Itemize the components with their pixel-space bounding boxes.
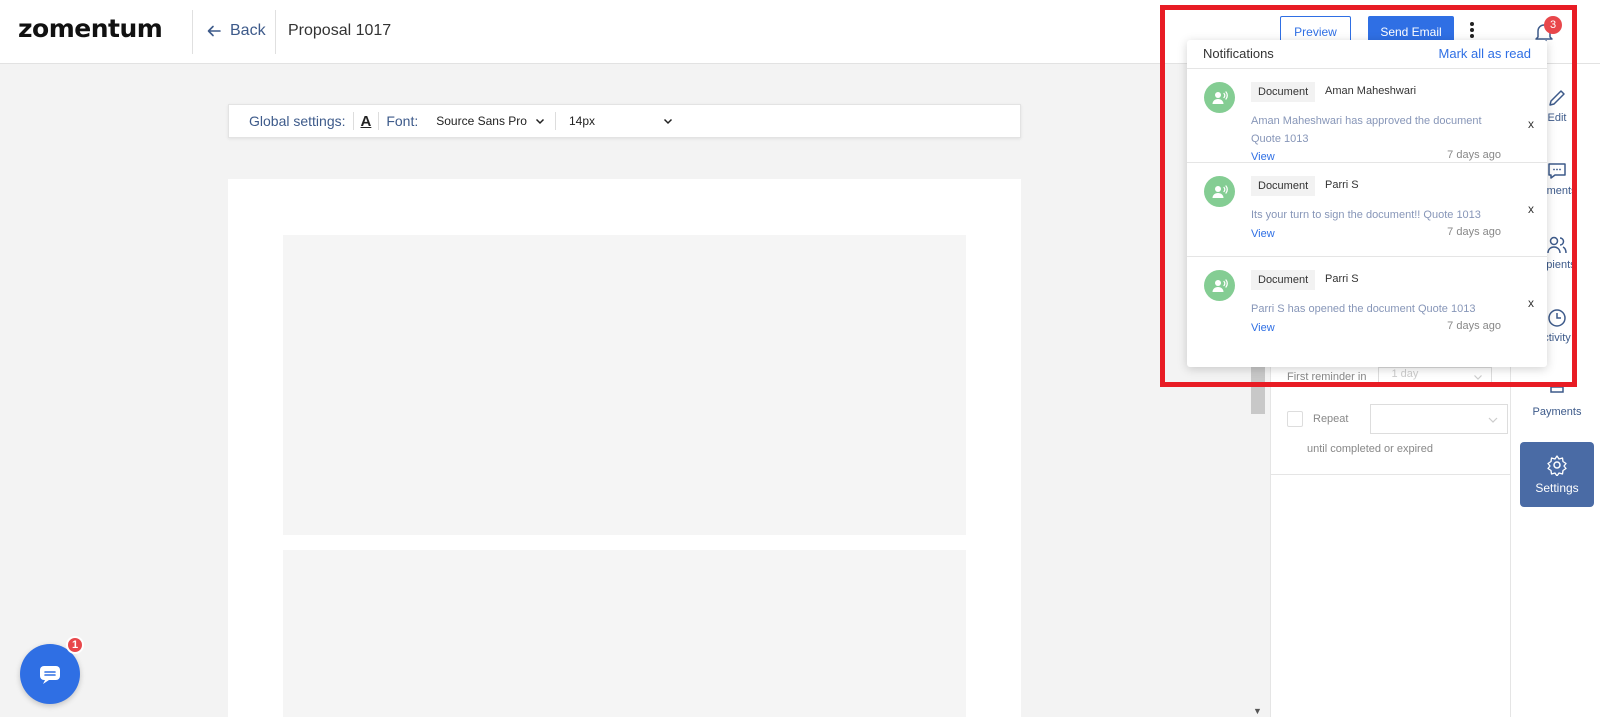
user-voice-icon bbox=[1212, 184, 1228, 198]
notification-count-badge: 3 bbox=[1544, 16, 1562, 34]
rail-item-settings[interactable]: Settings bbox=[1520, 442, 1594, 507]
notifications-header: Notifications Mark all as read bbox=[1187, 40, 1547, 69]
back-label: Back bbox=[230, 22, 266, 39]
first-reminder-row: First reminder in 1 day bbox=[1287, 367, 1493, 387]
font-label: Font: bbox=[386, 113, 419, 129]
card-icon bbox=[1550, 382, 1564, 393]
notifications-title: Notifications bbox=[1203, 46, 1274, 61]
rail-item-payments[interactable]: Payments bbox=[1520, 381, 1594, 418]
view-link[interactable]: View bbox=[1251, 228, 1275, 240]
notification-type-chip: Document bbox=[1251, 82, 1316, 102]
notification-time: 7 days ago bbox=[1447, 226, 1501, 238]
font-color-icon[interactable]: A bbox=[361, 113, 372, 130]
pencil-icon bbox=[1549, 90, 1565, 106]
notification-item[interactable]: Document Parri S Its your turn to sign t… bbox=[1187, 163, 1547, 257]
chevron-down-icon bbox=[1489, 417, 1498, 423]
avatar bbox=[1204, 82, 1235, 113]
chat-unread-badge: 1 bbox=[66, 636, 84, 654]
notification-message: Its your turn to sign the document!! Quo… bbox=[1251, 209, 1481, 221]
notifications-dropdown: Notifications Mark all as read Document … bbox=[1187, 40, 1547, 367]
chat-icon bbox=[40, 666, 60, 684]
back-button[interactable]: Back bbox=[206, 22, 266, 40]
first-reminder-label: First reminder in bbox=[1287, 371, 1367, 383]
notification-time: 7 days ago bbox=[1447, 320, 1501, 332]
notification-message: Parri S has opened the document Quote 10… bbox=[1251, 303, 1476, 315]
rail-label-payments: Payments bbox=[1532, 406, 1582, 418]
notification-type-chip: Document bbox=[1251, 176, 1316, 196]
toolbar-divider bbox=[554, 112, 556, 130]
content-block-placeholder[interactable] bbox=[283, 550, 966, 717]
notification-type-chip: Document bbox=[1251, 270, 1316, 290]
first-reminder-select[interactable]: 1 day bbox=[1378, 367, 1493, 387]
view-link[interactable]: View bbox=[1251, 322, 1275, 334]
users-icon bbox=[1547, 236, 1567, 254]
until-completed-text: until completed or expired bbox=[1307, 443, 1433, 455]
avatar bbox=[1204, 270, 1235, 301]
clock-icon bbox=[1548, 309, 1566, 327]
notification-sender: Aman Maheshwari bbox=[1325, 85, 1417, 97]
chevron-down-icon bbox=[1474, 375, 1483, 380]
header-divider bbox=[192, 10, 193, 54]
more-options-icon[interactable] bbox=[1466, 22, 1478, 42]
user-voice-icon bbox=[1212, 90, 1228, 104]
toolbar-divider bbox=[352, 112, 354, 130]
dismiss-notification-button[interactable]: x bbox=[1528, 296, 1534, 310]
font-family-select[interactable]: Source Sans Pro bbox=[436, 114, 545, 128]
notification-time: 7 days ago bbox=[1447, 149, 1501, 161]
repeat-checkbox[interactable] bbox=[1287, 411, 1303, 427]
mark-all-read-link[interactable]: Mark all as read bbox=[1439, 46, 1531, 61]
zomentum-logo[interactable]: zomentum bbox=[18, 14, 163, 43]
font-family-value: Source Sans Pro bbox=[436, 114, 527, 128]
notification-sender: Parri S bbox=[1325, 179, 1359, 191]
first-reminder-value: 1 day bbox=[1391, 368, 1419, 380]
header-divider bbox=[275, 10, 276, 54]
notification-item[interactable]: Document Parri S Parri S has opened the … bbox=[1187, 257, 1547, 351]
chevron-down-icon bbox=[535, 118, 544, 125]
dismiss-notification-button[interactable]: x bbox=[1528, 117, 1534, 131]
scroll-down-icon[interactable]: ▼ bbox=[1253, 706, 1262, 716]
font-size-select[interactable]: 14px bbox=[569, 114, 673, 128]
repeat-label: Repeat bbox=[1313, 413, 1349, 425]
notification-message: Aman Maheshwari has approved the documen… bbox=[1251, 115, 1482, 145]
panel-divider bbox=[1271, 474, 1511, 475]
user-voice-icon bbox=[1212, 278, 1228, 292]
panel-scrollbar[interactable] bbox=[1251, 364, 1265, 414]
rail-label-activity: ctivity bbox=[1543, 332, 1571, 344]
dismiss-notification-button[interactable]: x bbox=[1528, 202, 1534, 216]
rail-label-edit: Edit bbox=[1547, 112, 1567, 124]
toolbar-divider bbox=[378, 112, 380, 130]
content-block-placeholder[interactable] bbox=[283, 235, 966, 535]
chevron-down-icon bbox=[663, 118, 672, 125]
global-settings-label: Global settings: bbox=[249, 113, 346, 129]
repeat-select[interactable] bbox=[1370, 404, 1509, 434]
avatar bbox=[1204, 176, 1235, 207]
arrow-left-icon bbox=[207, 25, 221, 37]
global-settings-toolbar: Global settings: A Font: Source Sans Pro… bbox=[228, 104, 1021, 138]
view-link[interactable]: View bbox=[1251, 151, 1275, 163]
comment-icon bbox=[1548, 163, 1566, 179]
notification-item[interactable]: Document Aman Maheshwari Aman Maheshwari… bbox=[1187, 69, 1547, 163]
font-size-value: 14px bbox=[568, 114, 595, 128]
rail-label-settings: Settings bbox=[1535, 481, 1579, 495]
document-title: Proposal 1017 bbox=[288, 22, 392, 39]
gear-icon bbox=[1547, 455, 1567, 476]
notification-sender: Parri S bbox=[1325, 273, 1359, 285]
repeat-row: Repeat bbox=[1287, 404, 1509, 434]
